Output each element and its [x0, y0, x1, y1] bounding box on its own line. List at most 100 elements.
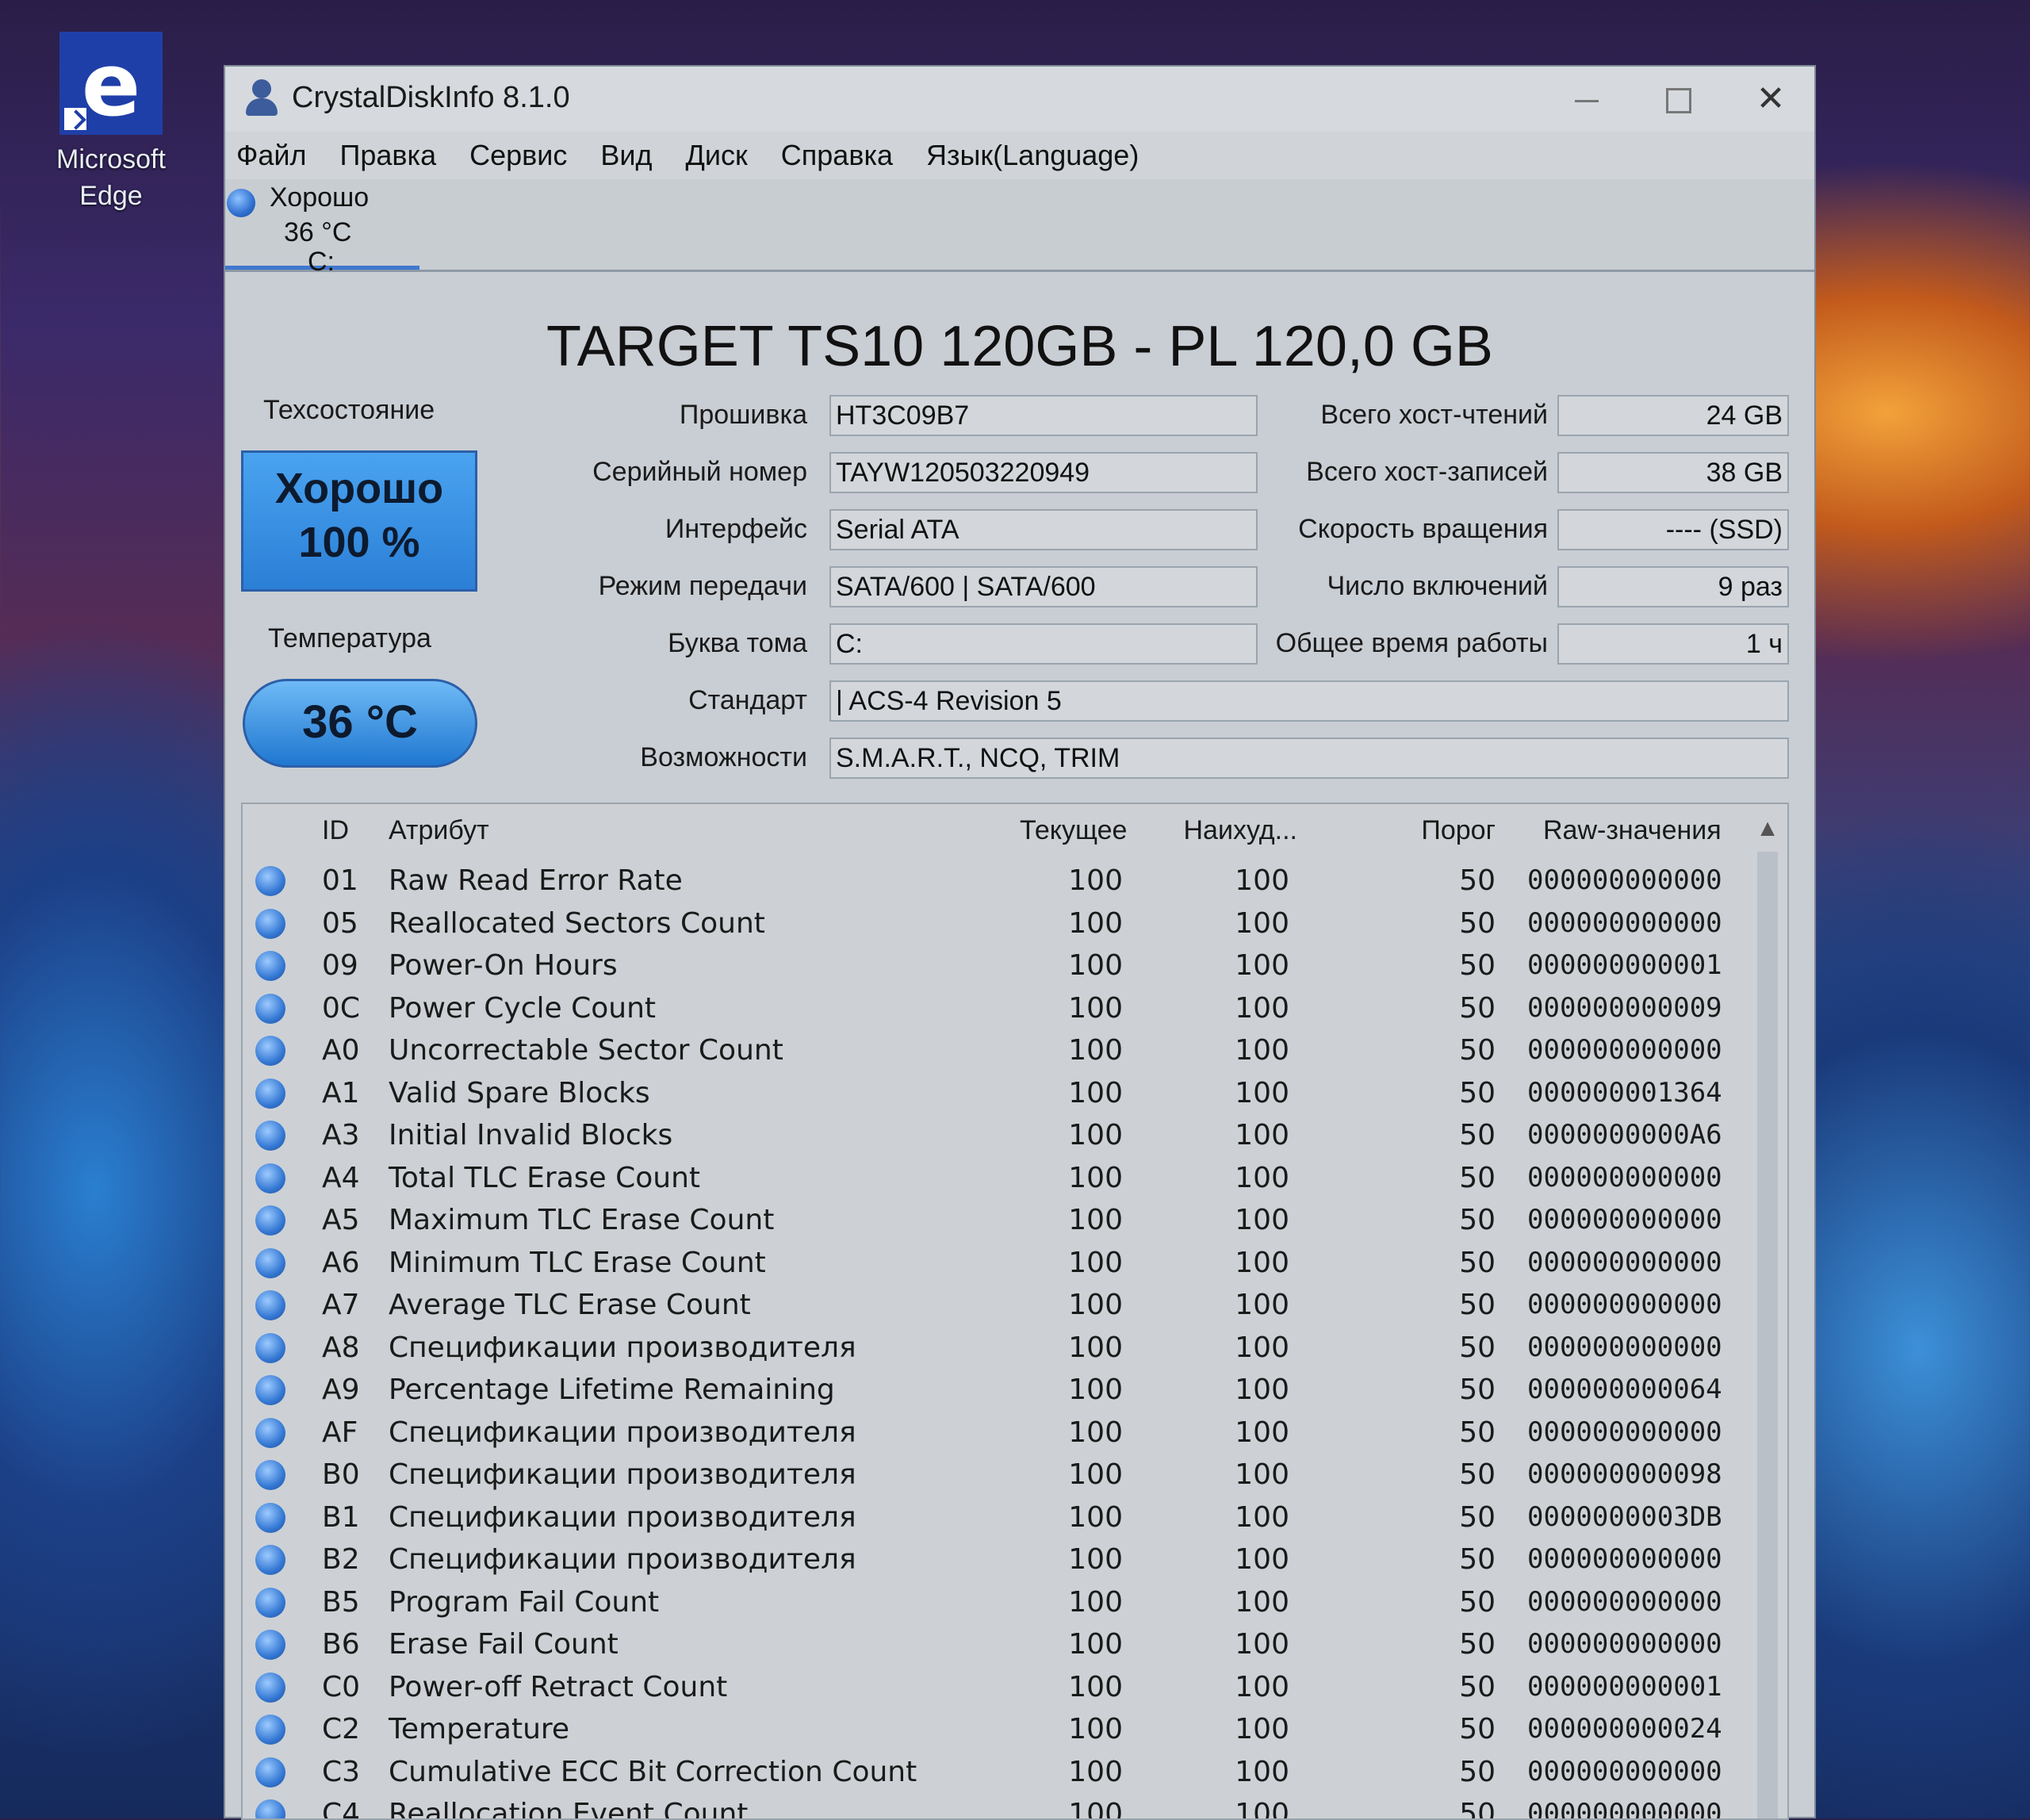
menu-disk[interactable]: Диск [686, 139, 748, 172]
table-row[interactable]: A5 Maximum TLC Erase Count 100 100 50 0000000… [243, 1199, 1787, 1242]
table-row[interactable]: A7 Average TLC Erase Count 100 100 50 0000000… [243, 1284, 1787, 1327]
attr-raw: 0000000000A6 [1527, 1119, 1722, 1151]
menu-view[interactable]: Вид [600, 139, 652, 172]
serial-label: Серийный номер [592, 457, 807, 487]
table-row[interactable]: 0C Power Cycle Count 100 100 50 000000000009 [243, 987, 1787, 1030]
smart-attributes-table[interactable]: ID Атрибут Текущее Наихуд... Порог Raw-з… [241, 803, 1789, 1820]
power-on-count-field: 9 раз [1557, 566, 1789, 607]
attr-worst: 100 [1235, 1416, 1289, 1449]
table-row[interactable]: C4 Reallocation Event Count 100 100 50 000000… [243, 1793, 1787, 1820]
col-worst-header[interactable]: Наихуд... [1170, 815, 1297, 846]
menu-edit[interactable]: Правка [340, 139, 437, 172]
health-status-box[interactable]: Хорошо 100 % [241, 450, 477, 592]
table-row[interactable]: 05 Reallocated Sectors Count 100 100 50 00000… [243, 902, 1787, 945]
table-row[interactable]: 01 Raw Read Error Rate 100 100 50 00000000000… [243, 860, 1787, 902]
col-id-header[interactable]: ID [322, 815, 349, 846]
scroll-up-arrow-icon[interactable]: ▲ [1756, 815, 1779, 842]
attr-raw: 000000000098 [1527, 1458, 1722, 1490]
status-dot-icon [255, 1078, 285, 1109]
disk-tab-temp: 36 °C [284, 217, 352, 247]
microsoft-edge-desktop-icon[interactable]: e Microsoft Edge [32, 32, 190, 214]
close-button[interactable]: ✕ [1735, 78, 1806, 121]
status-dot-icon [255, 1205, 285, 1236]
attr-threshold: 50 [1459, 1331, 1496, 1364]
attr-id: B1 [322, 1500, 360, 1534]
attr-name: Program Fail Count [389, 1585, 660, 1619]
menu-language[interactable]: Язык(Language) [926, 139, 1139, 172]
attr-threshold: 50 [1459, 864, 1496, 897]
attr-threshold: 50 [1459, 1755, 1496, 1788]
minimize-button[interactable] [1551, 78, 1622, 121]
attr-threshold: 50 [1459, 1119, 1496, 1151]
disk-model-title: TARGET TS10 120GB - PL 120,0 GB [546, 315, 1493, 378]
status-dot-icon [255, 1036, 285, 1066]
attr-current: 100 [1068, 1034, 1123, 1067]
crystaldiskinfo-window: CrystalDiskInfo 8.1.0 ✕ Файл Правка Серв… [224, 65, 1816, 1820]
status-dot-icon [255, 993, 285, 1024]
table-row[interactable]: A9 Percentage Lifetime Remaining 100 100 50 0… [243, 1369, 1787, 1412]
table-row[interactable]: B1 Спецификации производителя 100 100 50 0000… [243, 1496, 1787, 1539]
col-current-header[interactable]: Текущее [1020, 815, 1127, 846]
table-row[interactable]: B2 Спецификации производителя 100 100 50 0000… [243, 1538, 1787, 1581]
disk-tab-c[interactable]: Хорошо 36 °C C: [225, 179, 419, 275]
attr-name: Reallocation Event Count [389, 1798, 749, 1820]
attr-current: 100 [1068, 1204, 1123, 1236]
attr-raw: 000000000000 [1527, 1246, 1722, 1278]
temperature-label: Температура [268, 623, 431, 653]
attr-current: 100 [1068, 1755, 1123, 1788]
attr-name: Erase Fail Count [389, 1628, 619, 1661]
maximize-button[interactable] [1643, 78, 1714, 121]
menu-help[interactable]: Справка [781, 139, 893, 172]
table-row[interactable]: B5 Program Fail Count 100 100 50 000000000000 [243, 1581, 1787, 1624]
menu-function[interactable]: Сервис [469, 139, 567, 172]
attr-worst: 100 [1235, 1289, 1289, 1321]
table-row[interactable]: B0 Спецификации производителя 100 100 50 0000… [243, 1454, 1787, 1496]
table-row[interactable]: A3 Initial Invalid Blocks 100 100 50 00000000… [243, 1114, 1787, 1157]
attr-raw: 000000000000 [1527, 1628, 1722, 1660]
attr-raw: 000000000000 [1527, 1331, 1722, 1363]
disk-tabs-bar: Хорошо 36 °C C: [225, 179, 1814, 275]
col-raw-header[interactable]: Raw-значения [1543, 815, 1722, 846]
table-row[interactable]: C2 Temperature 100 100 50 000000000024 [243, 1708, 1787, 1751]
attr-threshold: 50 [1459, 1416, 1496, 1449]
status-dot-icon [255, 866, 285, 896]
attr-worst: 100 [1235, 864, 1289, 897]
attr-current: 100 [1068, 1585, 1123, 1619]
attr-threshold: 50 [1459, 1458, 1496, 1491]
attr-name: Total TLC Erase Count [389, 1161, 701, 1194]
attr-raw: 000000000000 [1527, 1755, 1722, 1787]
attr-worst: 100 [1235, 1798, 1289, 1820]
smart-rows: 01 Raw Read Error Rate 100 100 50 00000000000… [243, 860, 1787, 1820]
table-row[interactable]: A8 Спецификации производителя 100 100 50 0000… [243, 1327, 1787, 1370]
table-row[interactable]: A0 Uncorrectable Sector Count 100 100 50 0000… [243, 1029, 1787, 1072]
title-bar[interactable]: CrystalDiskInfo 8.1.0 ✕ [225, 67, 1814, 132]
attr-threshold: 50 [1459, 1585, 1496, 1619]
col-threshold-header[interactable]: Порог [1408, 815, 1496, 846]
table-row[interactable]: C3 Cumulative ECC Bit Correction Count 100… [243, 1751, 1787, 1794]
table-row[interactable]: A6 Minimum TLC Erase Count 100 100 50 0000000… [243, 1242, 1787, 1285]
menu-file[interactable]: Файл [236, 139, 307, 172]
attr-threshold: 50 [1459, 949, 1496, 982]
col-attribute-header[interactable]: Атрибут [389, 815, 489, 846]
table-row[interactable]: 09 Power-On Hours 100 100 50 000000000001 [243, 944, 1787, 987]
table-row[interactable]: A4 Total TLC Erase Count 100 100 50 000000000… [243, 1157, 1787, 1200]
attr-worst: 100 [1235, 1670, 1289, 1703]
table-row[interactable]: C0 Power-off Retract Count 100 100 50 0000000… [243, 1666, 1787, 1709]
attr-raw: 000000000000 [1527, 1798, 1722, 1820]
health-percent: 100 % [298, 519, 420, 566]
attr-raw: 000000000009 [1527, 991, 1722, 1024]
attr-id: B0 [322, 1458, 360, 1491]
attr-current: 100 [1068, 1713, 1123, 1745]
status-dot-icon [255, 1163, 285, 1194]
table-row[interactable]: B6 Erase Fail Count 100 100 50 000000000000 [243, 1623, 1787, 1666]
attr-worst: 100 [1235, 1458, 1289, 1491]
attr-current: 100 [1068, 1246, 1123, 1279]
attr-worst: 100 [1235, 949, 1289, 982]
table-row[interactable]: AF Спецификации производителя 100 100 50 0000… [243, 1412, 1787, 1454]
table-row[interactable]: A1 Valid Spare Blocks 100 100 50 000000001364 [243, 1072, 1787, 1115]
attr-raw: 000000000000 [1527, 1034, 1722, 1066]
host-reads-field: 24 GB [1557, 395, 1789, 436]
attr-id: A1 [322, 1076, 360, 1109]
attr-name: Average TLC Erase Count [389, 1289, 751, 1321]
temperature-box[interactable]: 36 °C [243, 679, 477, 768]
